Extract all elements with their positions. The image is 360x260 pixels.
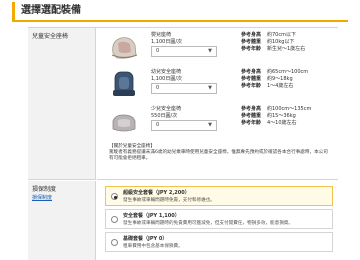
seat-price: 1,100日圓/次 <box>151 39 182 45</box>
insurance-option-safe[interactable]: 安全套餐（JPY 1,100） 發生事故或車輛問題時的免責費用可獲減免，但支付開… <box>105 209 333 229</box>
seat-name: 幼兒安全座椅 <box>151 69 182 75</box>
spec-value: 約100cm～135cm <box>267 106 312 112</box>
child-seat-label-cell: 兒童安全座椅 <box>28 28 96 180</box>
qty-value: 0 <box>156 85 160 91</box>
page-title: 選擇選配裝備 <box>12 2 348 22</box>
insurance-info-link[interactable]: 損保制度 <box>32 194 52 201</box>
spec-key: 參考身高 <box>241 106 262 112</box>
spec-value: 約65cm～100cm <box>267 69 309 75</box>
insurance-option-super-safe[interactable]: 超級安全套餐（JPY 2,200） 發生事故或車輛問題時免責，支付和修維也。 <box>105 186 333 206</box>
spec-value: 約70cm以下 <box>267 32 296 38</box>
seat-name: 少兒安全座椅 <box>151 106 182 112</box>
spec-key: 參考體重 <box>241 76 262 82</box>
radio-button[interactable] <box>111 216 118 223</box>
option-desc: 發生事故或車輛問題時的免責費用可獲減免，但支付開費任，物損多效，能意損資。 <box>123 221 293 226</box>
chevron-down-icon: ▼ <box>208 48 212 54</box>
toddler-seat-specs: 參考身高 約65cm～100cm 參考體重 約9～18kg 參考年齡 1～4歲左右 <box>241 69 308 90</box>
option-title: 基礎套餐（JPY 0） <box>123 236 168 242</box>
insurance-option-basic[interactable]: 基礎套餐（JPY 0） 租車費用中包含基本保險費。 <box>105 232 333 252</box>
insurance-label: 損保制度 <box>32 186 57 193</box>
spec-value: 約15～36kg <box>267 113 296 119</box>
spec-value: 4～10歲左右 <box>267 120 297 126</box>
radio-button[interactable] <box>111 193 118 200</box>
infant-seat-specs: 參考身高 約70cm以下 參考體重 約10kg以下 參考年齡 新生兒～1歲左右 <box>241 32 305 53</box>
spec-value: 約9～18kg <box>267 76 293 82</box>
spec-value: 新生兒～1歲左右 <box>267 46 306 52</box>
spec-key: 參考體重 <box>241 113 262 119</box>
spec-value: 約10kg以下 <box>267 39 295 45</box>
qty-value: 0 <box>156 48 160 54</box>
child-seat-content: 嬰兒座椅 1,100日圓/次 0 ▼ 參考身高 約70cm以下 參考體重 約10kg… <box>97 28 338 180</box>
option-desc: 發生事故或車輛問題時免責，支付和修維也。 <box>123 198 215 203</box>
seat-price: 1,100日圓/次 <box>151 76 182 82</box>
spec-key: 參考年齡 <box>241 46 262 52</box>
spec-key: 參考身高 <box>241 32 262 38</box>
infant-seat-qty-select[interactable]: 0 ▼ <box>151 46 217 57</box>
infant-seat-image <box>111 37 138 59</box>
radio-button[interactable] <box>111 239 118 246</box>
option-title: 超級安全套餐（JPY 2,200） <box>123 190 190 196</box>
junior-seat-specs: 參考身高 約100cm～135cm 參考體重 約15～36kg 參考年齡 4～10歲左… <box>241 106 311 127</box>
toddler-seat-qty-select[interactable]: 0 ▼ <box>151 83 217 94</box>
note-text: 駕駛者有義務提讓未滿6歲的幼兒乘車時使用兒童安全座椅，惟無專先預約或於確認各本合… <box>109 150 328 162</box>
seat-name: 嬰兒座椅 <box>151 32 172 38</box>
spec-key: 參考年齡 <box>241 83 262 89</box>
spec-key: 參考年齡 <box>241 120 262 126</box>
chevron-down-icon: ▼ <box>208 122 212 128</box>
spec-value: 1～4歲左右 <box>267 83 294 89</box>
toddler-seat-image <box>113 71 135 96</box>
seat-price: 550日圓/次 <box>151 113 178 119</box>
options-form: 兒童安全座椅 嬰兒座椅 1,100日圓/次 0 ▼ 參考身高 約70cm以下 參考… <box>28 27 338 260</box>
insurance-content: 超級安全套餐（JPY 2,200） 發生事故或車輛問題時免責，支付和修維也。 安… <box>97 181 338 260</box>
junior-seat-image <box>112 114 136 132</box>
option-title: 安全套餐（JPY 1,100） <box>123 213 180 219</box>
qty-value: 0 <box>156 122 160 128</box>
spec-key: 參考體重 <box>241 39 262 45</box>
child-seat-note: 【關於兒童安全座椅】 駕駛者有義務提讓未滿6歲的幼兒乘車時使用兒童安全座椅，惟無… <box>105 142 333 178</box>
junior-seat-qty-select[interactable]: 0 ▼ <box>151 120 217 131</box>
insurance-label-cell: 損保制度 損保制度 <box>28 181 96 260</box>
chevron-down-icon: ▼ <box>208 85 212 91</box>
spec-key: 參考身高 <box>241 69 262 75</box>
option-desc: 租車費用中包含基本保險費。 <box>123 244 183 249</box>
child-seat-label: 兒童安全座椅 <box>32 33 69 40</box>
